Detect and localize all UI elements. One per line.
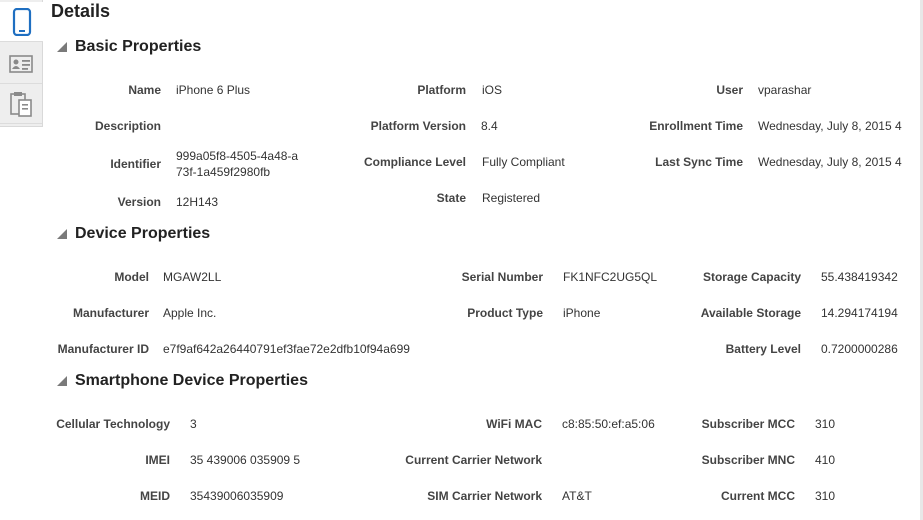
current-mcc-value: 310 bbox=[815, 489, 836, 503]
user-label: User bbox=[716, 83, 743, 97]
model-value: MGAW2LL bbox=[163, 270, 222, 284]
platform-version-label: Platform Version bbox=[370, 119, 466, 133]
side-tab-strip bbox=[0, 0, 43, 127]
contact-card-icon bbox=[9, 54, 33, 73]
user-value: vparashar bbox=[758, 83, 812, 97]
identifier-label: Identifier bbox=[110, 157, 161, 171]
battery-level-label: Battery Level bbox=[725, 342, 801, 356]
section-title: Basic Properties bbox=[75, 38, 202, 55]
available-storage-label: Available Storage bbox=[700, 306, 801, 320]
cellular-technology-value: 3 bbox=[190, 417, 197, 431]
identifier-value: 999a05f8-4505-4a48-a73f-1a459f2980fb bbox=[176, 149, 299, 179]
section-title: Smartphone Device Properties bbox=[75, 372, 308, 389]
product-type-value: iPhone bbox=[563, 306, 601, 320]
state-label: State bbox=[436, 191, 466, 205]
tablet-icon bbox=[12, 7, 31, 36]
enrollment-time-label: Enrollment Time bbox=[649, 119, 743, 133]
version-value: 12H143 bbox=[176, 195, 219, 209]
storage-capacity-value: 55.438419342 bbox=[821, 270, 898, 284]
subscriber-mcc-label: Subscriber MCC bbox=[701, 417, 795, 431]
manufacturer-label: Manufacturer bbox=[72, 306, 149, 320]
imei-value: 35 439006 035909 5 bbox=[190, 453, 301, 467]
state-value: Registered bbox=[482, 191, 541, 205]
description-label: Description bbox=[94, 119, 161, 133]
current-mcc-label: Current MCC bbox=[721, 489, 795, 503]
storage-capacity-label: Storage Capacity bbox=[702, 270, 801, 284]
subscriber-mcc-value: 310 bbox=[815, 417, 836, 431]
page-title: Details bbox=[51, 1, 111, 21]
serial-number-label: Serial Number bbox=[461, 270, 543, 284]
collapse-triangle-icon bbox=[57, 42, 67, 52]
manufacturer-id-value: e7f9af642a26440791ef3fae72e2dfb10f94a699 bbox=[163, 342, 410, 356]
clipboard-icon bbox=[10, 91, 32, 117]
platform-value: iOS bbox=[482, 83, 503, 97]
cellular-technology-label: Cellular Technology bbox=[56, 417, 170, 431]
available-storage-value: 14.294174194 bbox=[821, 306, 898, 320]
compliance-level-value: Fully Compliant bbox=[482, 155, 565, 169]
section-toggle-smartphone-device-properties[interactable]: Smartphone Device Properties bbox=[57, 370, 308, 392]
collapse-triangle-icon bbox=[57, 376, 67, 386]
section-toggle-basic-properties[interactable]: Basic Properties bbox=[57, 36, 201, 58]
meid-label: MEID bbox=[140, 489, 170, 503]
collapse-triangle-icon bbox=[57, 229, 67, 239]
sim-carrier-network-label: SIM Carrier Network bbox=[427, 489, 542, 503]
section-title: Device Properties bbox=[75, 225, 211, 242]
section-toggle-device-properties[interactable]: Device Properties bbox=[57, 223, 210, 245]
platform-version-value: 8.4 bbox=[481, 119, 498, 133]
manufacturer-value: Apple Inc. bbox=[163, 306, 217, 320]
name-label: Name bbox=[128, 83, 161, 97]
tab-device-details[interactable] bbox=[0, 2, 43, 42]
imei-label: IMEI bbox=[145, 453, 170, 467]
current-carrier-network-label: Current Carrier Network bbox=[405, 453, 542, 467]
manufacturer-id-label: Manufacturer ID bbox=[57, 342, 149, 356]
version-label: Version bbox=[117, 195, 161, 209]
wifi-mac-value: c8:85:50:ef:a5:06 bbox=[562, 417, 655, 431]
product-type-label: Product Type bbox=[467, 306, 543, 320]
subscriber-mnc-label: Subscriber MNC bbox=[701, 453, 795, 467]
battery-level-value: 0.7200000286 bbox=[821, 342, 898, 356]
sim-carrier-network-value: AT&T bbox=[562, 489, 592, 503]
serial-number-value: FK1NFC2UG5QL bbox=[563, 270, 658, 284]
name-value: iPhone 6 Plus bbox=[176, 83, 251, 97]
enrollment-time-value: Wednesday, July 8, 2015 4 bbox=[758, 119, 902, 133]
last-sync-time-value: Wednesday, July 8, 2015 4 bbox=[758, 155, 902, 169]
model-label: Model bbox=[114, 270, 149, 284]
wifi-mac-label: WiFi MAC bbox=[486, 417, 542, 431]
subscriber-mnc-value: 410 bbox=[815, 453, 836, 467]
tab-user-info[interactable] bbox=[0, 44, 42, 84]
last-sync-time-label: Last Sync Time bbox=[655, 155, 743, 169]
platform-label: Platform bbox=[417, 83, 466, 97]
meid-value: 35439006035909 bbox=[190, 489, 284, 503]
tab-policies[interactable] bbox=[0, 84, 42, 124]
compliance-level-label: Compliance Level bbox=[363, 155, 466, 169]
